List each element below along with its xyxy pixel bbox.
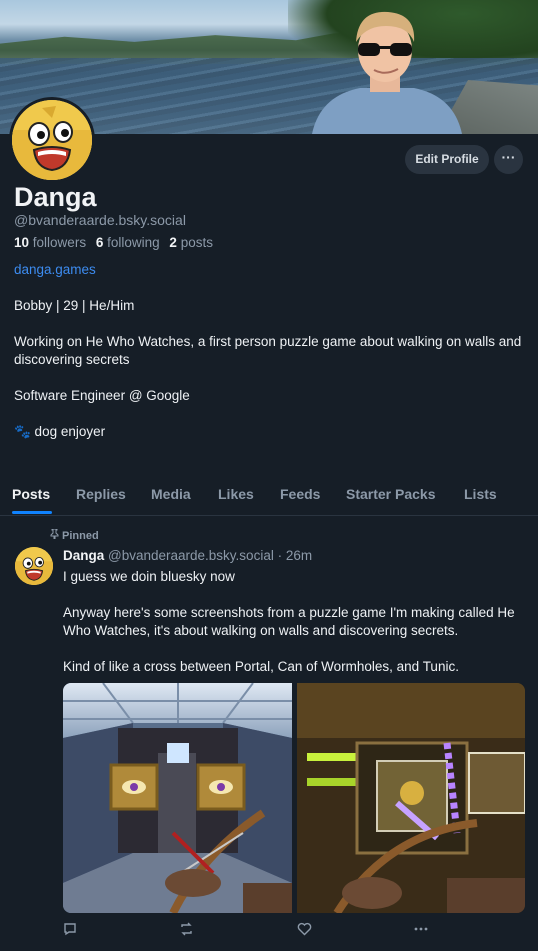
bio-line: Bobby | 29 | He/Him (14, 298, 135, 313)
tab-replies[interactable]: Replies (76, 486, 126, 502)
bio-line: 🐾 dog enjoyer (14, 424, 106, 439)
more-icon (414, 927, 428, 931)
profile-avatar[interactable] (9, 97, 95, 183)
posts-count: 2 (169, 235, 177, 250)
tab-starter-packs[interactable]: Starter Packs (346, 486, 436, 502)
more-icon: ··· (501, 149, 516, 165)
post-text: I guess we doin bluesky now Anyway here'… (63, 568, 533, 694)
following-count: 6 (95, 235, 104, 250)
profile-more-button[interactable]: ··· (494, 145, 523, 174)
website-link[interactable]: danga.games (14, 262, 96, 277)
repost-button[interactable] (179, 922, 194, 939)
post-handle[interactable]: @bvanderaarde.bsky.social (108, 548, 274, 563)
followers-label: followers (32, 235, 87, 250)
tab-feeds[interactable]: Feeds (280, 486, 320, 502)
like-icon (297, 922, 312, 936)
edit-profile-button[interactable]: Edit Profile (405, 145, 489, 174)
reply-icon (64, 923, 76, 936)
profile-tabs: Posts Replies Media Likes Feeds Starter … (0, 478, 538, 516)
pinned-indicator: Pinned (50, 528, 99, 542)
reply-button[interactable] (63, 922, 77, 939)
pin-icon (50, 528, 59, 542)
posts-stat: 2 posts (169, 235, 213, 250)
post-actions (63, 922, 533, 942)
repost-icon (181, 922, 192, 936)
banner-person (312, 11, 462, 134)
display-name: Danga (14, 182, 97, 212)
profile-stats: 10 followers 6 following 2 posts (14, 235, 213, 250)
tab-media[interactable]: Media (151, 486, 191, 502)
post-image-2[interactable] (297, 683, 525, 913)
followers-link[interactable]: 10 followers (14, 235, 86, 250)
tab-posts[interactable]: Posts (12, 486, 50, 502)
post-paragraph: Anyway here's some screenshots from a pu… (63, 605, 515, 638)
post-author[interactable]: Danga (63, 548, 104, 563)
profile-handle: @bvanderaarde.bsky.social (14, 212, 186, 228)
post-paragraph: Kind of like a cross between Portal, Can… (63, 659, 459, 674)
post-time[interactable]: · 26m (278, 548, 313, 563)
tab-lists[interactable]: Lists (464, 486, 497, 502)
bio-line: Software Engineer @ Google (14, 388, 190, 403)
following-label: following (107, 235, 160, 250)
pinned-label: Pinned (62, 530, 99, 542)
tab-likes[interactable]: Likes (218, 486, 254, 502)
post-avatar[interactable] (15, 547, 53, 585)
bio-line: Working on He Who Watches, a first perso… (14, 334, 522, 367)
post-image-1[interactable] (63, 683, 292, 913)
followers-count: 10 (14, 235, 30, 250)
profile-bio: Bobby | 29 | He/Him Working on He Who Wa… (14, 297, 524, 459)
like-button[interactable] (297, 922, 312, 939)
posts-label: posts (180, 235, 213, 250)
following-link[interactable]: 6 following (96, 235, 160, 250)
active-tab-indicator (12, 511, 52, 514)
post-header: Danga @bvanderaarde.bsky.social · 26m (63, 548, 312, 563)
post-more-button[interactable] (413, 922, 429, 939)
post-paragraph: I guess we doin bluesky now (63, 569, 235, 584)
